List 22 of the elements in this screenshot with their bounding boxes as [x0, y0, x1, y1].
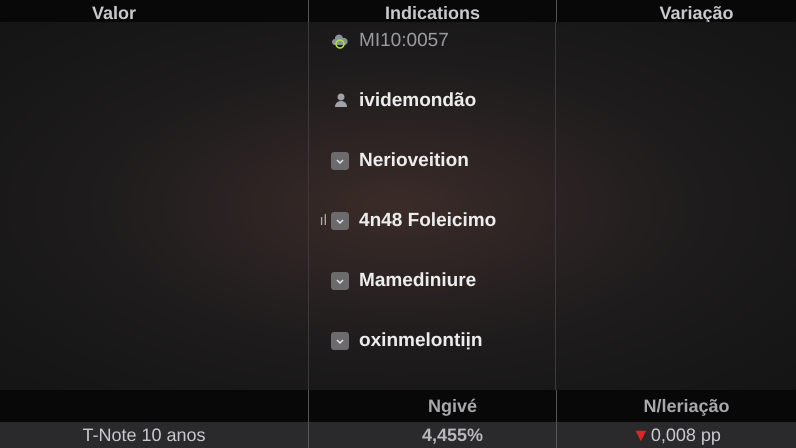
- table-cell-text: 4,455%: [422, 424, 484, 447]
- indication-label: MI10:0057: [359, 30, 449, 52]
- indication-label: oxinmelontiịn: [359, 330, 482, 352]
- table-cell-text: T-Note 10 anos: [82, 424, 206, 447]
- indication-label: Nerioveition: [359, 150, 469, 172]
- column-header: N/leriação: [643, 394, 730, 418]
- column-header: Valor: [92, 2, 136, 25]
- checkbox[interactable]: [331, 152, 349, 170]
- person-icon: [333, 92, 349, 108]
- checkbox[interactable]: [331, 212, 349, 230]
- cloud-icon: [331, 32, 349, 50]
- indication-label: Mamediniure: [359, 270, 476, 292]
- trend-arrow: ▼: [632, 424, 650, 447]
- column-header: Indications: [384, 2, 480, 25]
- table-cell-text: 0,008 pp: [650, 424, 721, 447]
- checkbox[interactable]: [331, 272, 349, 290]
- indication-label: 4n48 Foleicimo: [359, 210, 496, 232]
- checkbox[interactable]: [331, 332, 349, 350]
- row-marker: ıl: [320, 210, 327, 231]
- column-header: Variação: [659, 2, 734, 25]
- indication-label: ividemondão: [359, 90, 476, 112]
- column-header: Ngivé: [428, 394, 478, 418]
